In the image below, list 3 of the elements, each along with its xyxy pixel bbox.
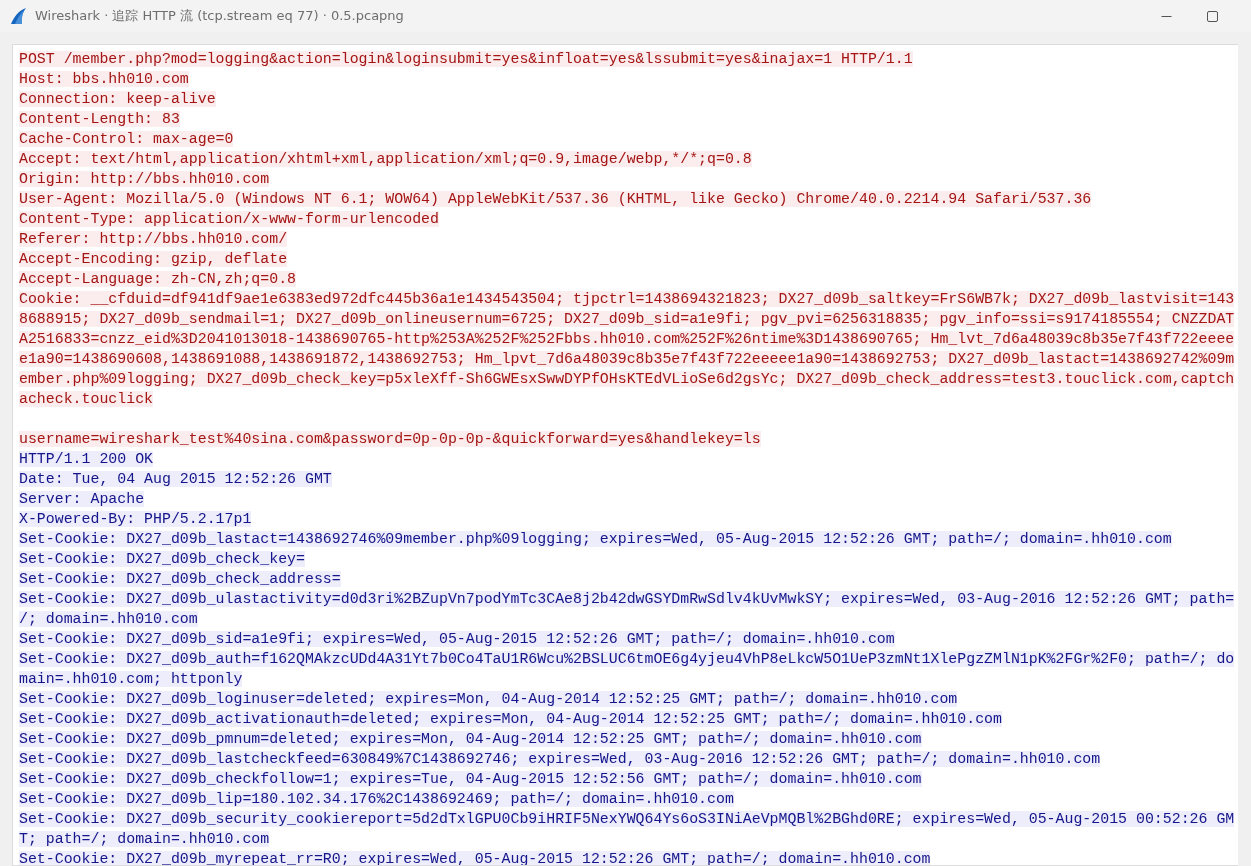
maximize-icon xyxy=(1206,10,1218,22)
window-title: Wireshark · 追踪 HTTP 流 (tcp.stream eq 77) · 0.5.pcapng xyxy=(35,7,405,25)
shark-fin-icon xyxy=(9,7,27,25)
